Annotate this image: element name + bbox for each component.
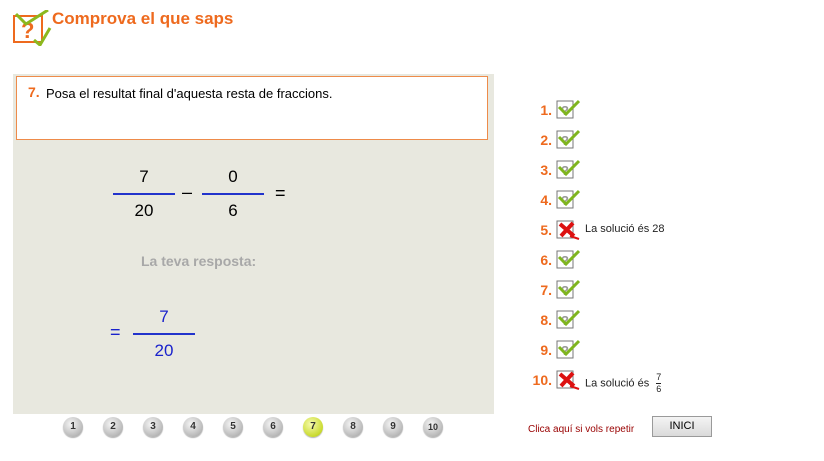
nav-button-3[interactable]: 3	[143, 417, 163, 437]
result-number: 6.	[540, 252, 552, 268]
correct-check-icon: ?	[556, 159, 580, 179]
result-row-4: 4. ?	[520, 188, 820, 212]
result-number: 10.	[532, 372, 552, 388]
question-text: Posa el resultat final d'aquesta resta d…	[46, 86, 333, 101]
result-number: 3.	[540, 162, 552, 178]
minus-operator: –	[182, 182, 193, 202]
question-box: 7. Posa el resultat final d'aquesta rest…	[16, 76, 488, 140]
result-number: 1.	[540, 102, 552, 118]
page-title: Comprova el que saps	[52, 9, 234, 28]
result-number: 4.	[540, 192, 552, 208]
question-check-icon: ?	[13, 10, 52, 46]
solution-note: La solució és 7 6	[585, 372, 662, 394]
correct-check-icon: ?	[556, 249, 580, 269]
result-number: 8.	[540, 312, 552, 328]
result-row-3: 3. ?	[520, 158, 820, 182]
nav-button-5[interactable]: 5	[223, 417, 243, 437]
repeat-text: Clica aquí si vols repetir	[528, 424, 635, 435]
result-row-2: 2. ?	[520, 128, 820, 152]
answer-fraction: 7 20	[133, 306, 195, 362]
wrong-cross-icon	[556, 370, 580, 390]
nav-button-1[interactable]: 1	[63, 417, 83, 437]
result-row-5: 5. La solució és 28	[520, 218, 820, 242]
fraction-2: 0 6	[202, 166, 264, 222]
result-row-7: 7. ?	[520, 278, 820, 302]
fraction-2-denominator: 6	[228, 201, 238, 220]
nav-button-8[interactable]: 8	[343, 417, 363, 437]
fraction-2-numerator: 0	[228, 167, 238, 186]
answer-equals-sign: =	[110, 322, 121, 342]
result-row-10: 10. La solució és 7 6	[520, 368, 820, 394]
solution-numerator: 7	[656, 372, 662, 382]
solution-note: La solució és 28	[585, 223, 665, 235]
correct-check-icon: ?	[556, 279, 580, 299]
fraction-1-denominator: 20	[134, 201, 154, 220]
correct-check-icon: ?	[556, 339, 580, 359]
answer-numerator: 7	[159, 307, 169, 326]
equals-sign: =	[275, 183, 286, 203]
result-number: 5.	[540, 222, 552, 238]
solution-fraction: 7 6	[656, 372, 662, 394]
nav-button-7[interactable]: 7	[303, 417, 323, 437]
correct-check-icon: ?	[556, 99, 580, 119]
result-row-6: 6. ?	[520, 248, 820, 272]
fraction-bar	[113, 193, 175, 195]
result-row-1: 1. ?	[520, 98, 820, 122]
solution-denominator: 6	[656, 384, 662, 394]
fraction-1: 7 20	[113, 166, 175, 222]
nav-button-2[interactable]: 2	[103, 417, 123, 437]
result-number: 2.	[540, 132, 552, 148]
result-row-9: 9. ?	[520, 338, 820, 362]
nav-button-10[interactable]: 10	[423, 417, 443, 437]
fraction-bar	[133, 333, 195, 335]
correct-check-icon: ?	[556, 309, 580, 329]
nav-button-4[interactable]: 4	[183, 417, 203, 437]
result-number: 9.	[540, 342, 552, 358]
answer-denominator: 20	[154, 341, 174, 360]
solution-note-text: La solució és	[585, 377, 650, 390]
result-number: 7.	[540, 282, 552, 298]
result-row-8: 8. ?	[520, 308, 820, 332]
nav-button-9[interactable]: 9	[383, 417, 403, 437]
answer-label: La teva resposta:	[141, 253, 257, 269]
fraction-1-numerator: 7	[139, 167, 149, 186]
wrong-cross-icon	[556, 220, 580, 240]
fraction-bar	[202, 193, 264, 195]
start-button[interactable]: INICI	[652, 416, 712, 437]
correct-check-icon: ?	[556, 129, 580, 149]
nav-button-6[interactable]: 6	[263, 417, 283, 437]
correct-check-icon: ?	[556, 189, 580, 209]
question-number: 7.	[28, 84, 40, 100]
